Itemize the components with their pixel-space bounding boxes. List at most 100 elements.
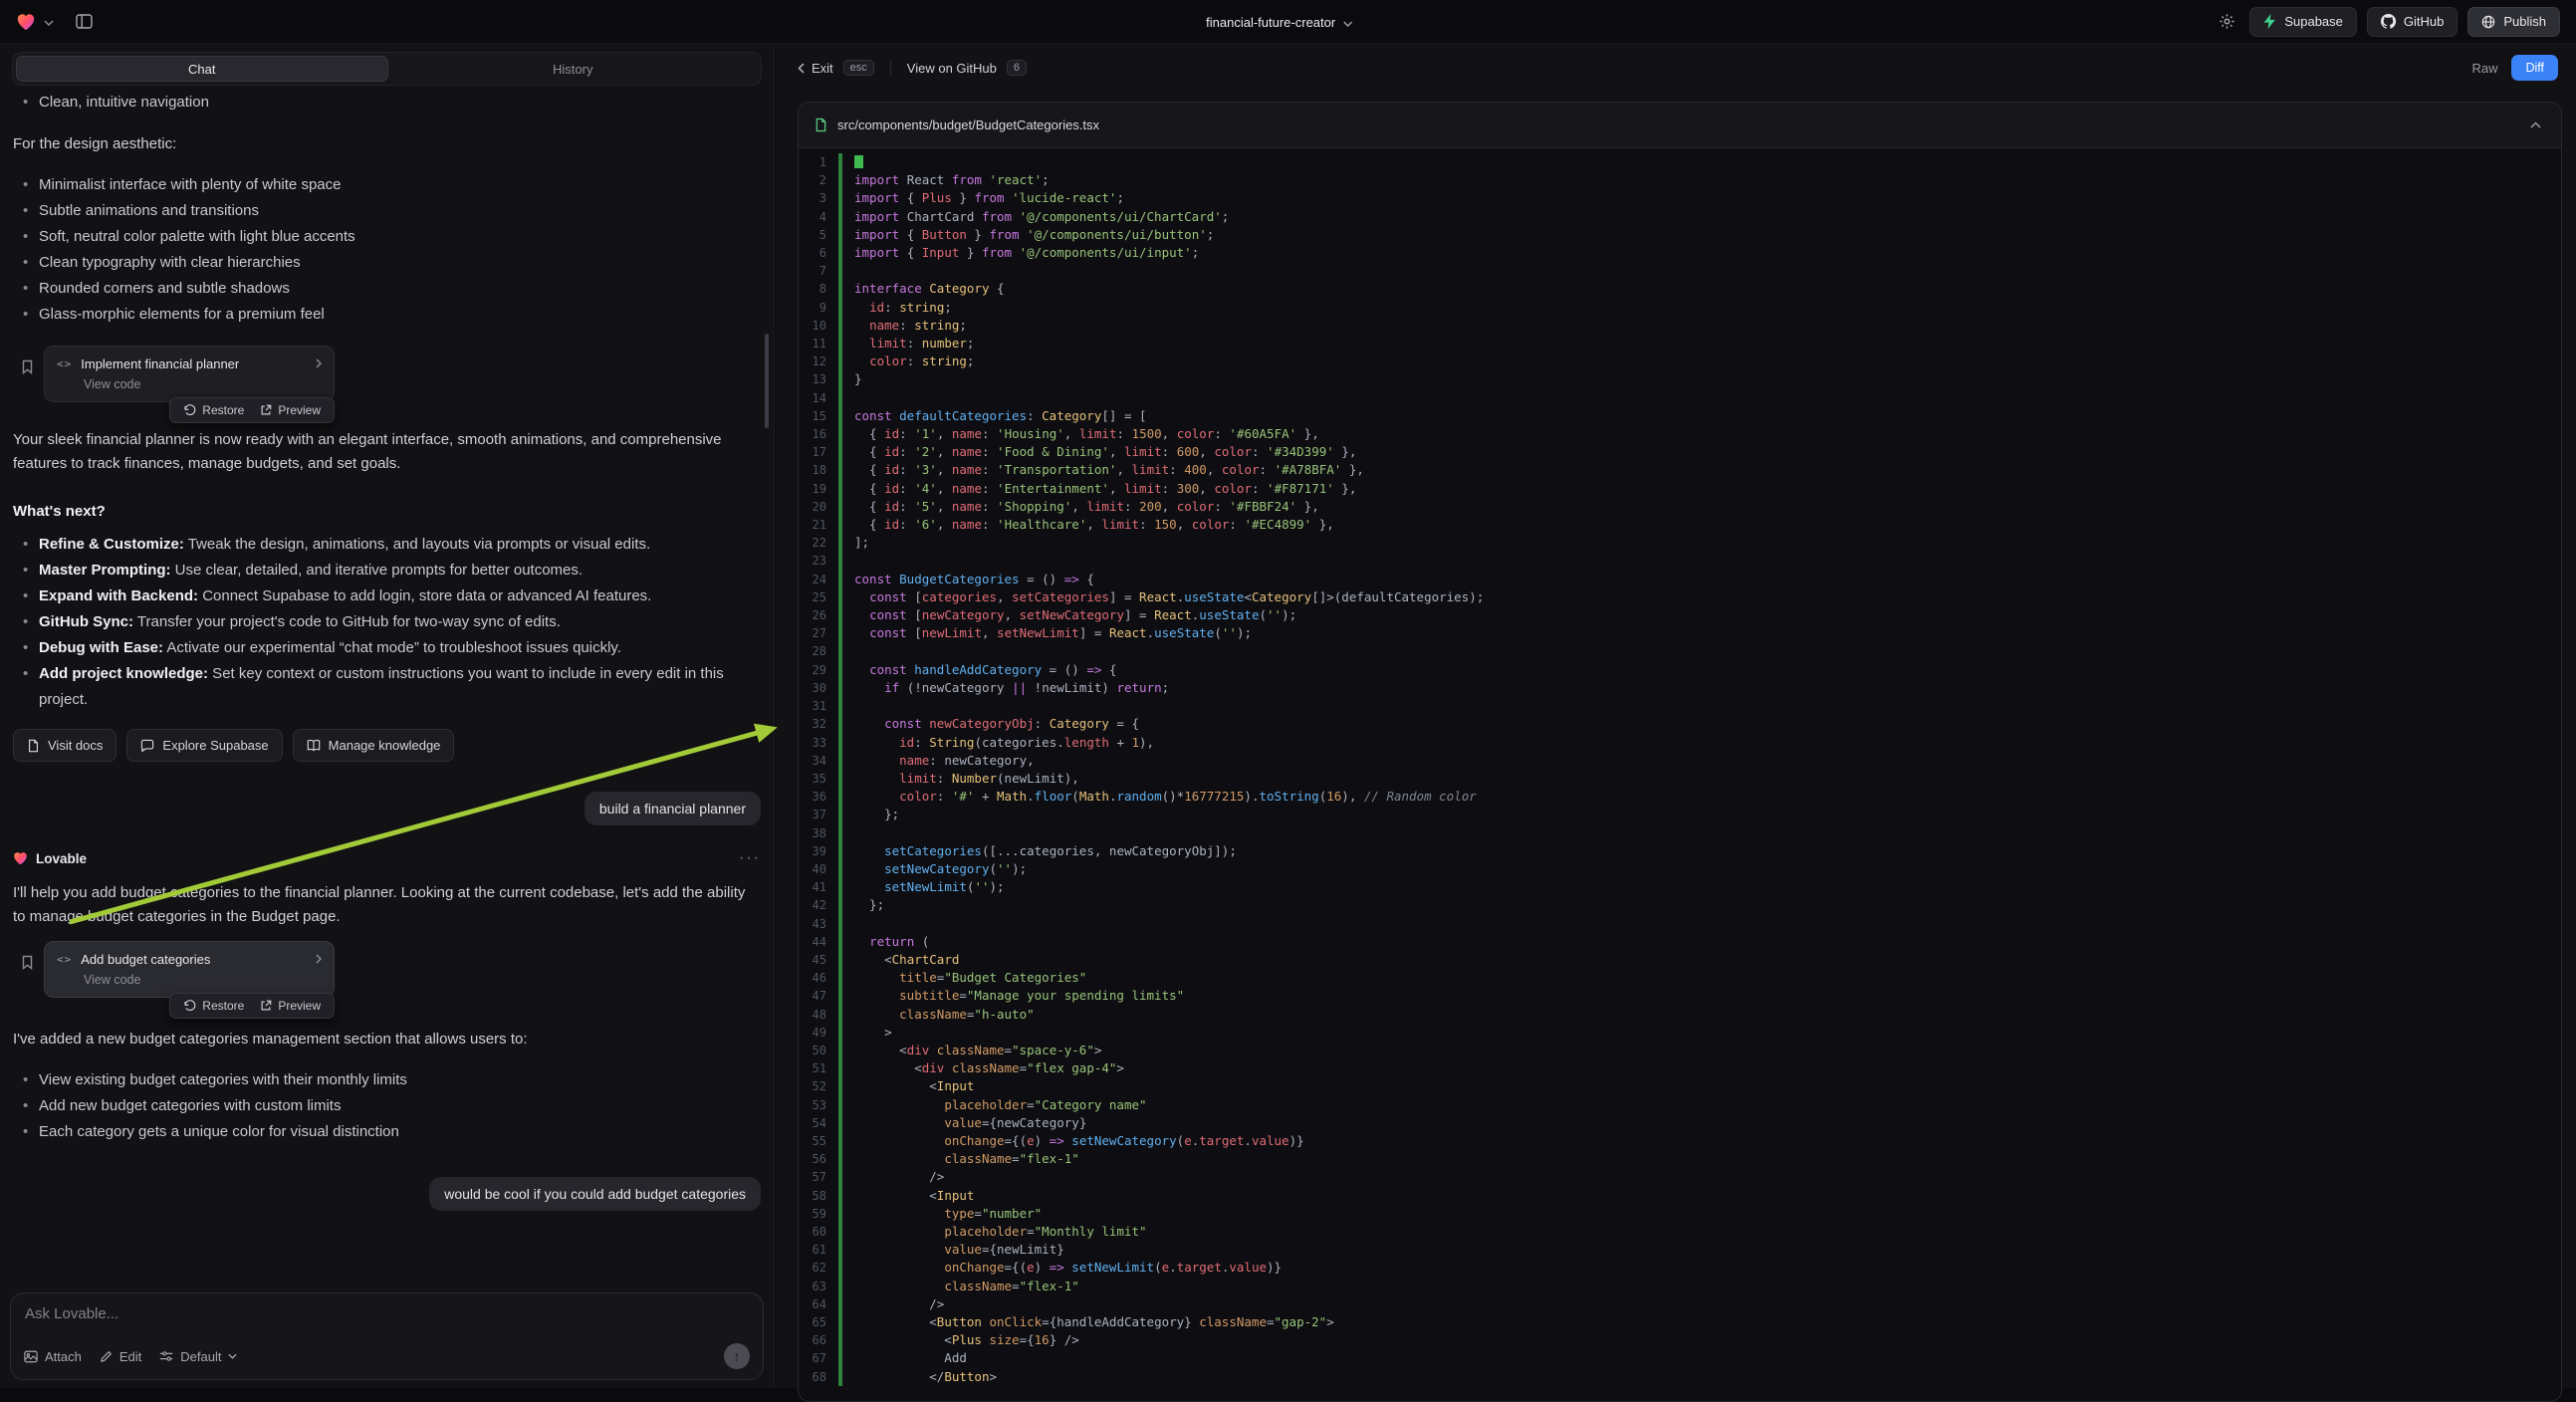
code-line: 64 />	[799, 1295, 2561, 1313]
supabase-button[interactable]: Supabase	[2249, 7, 2357, 37]
code-line: 60 placeholder="Monthly limit"	[799, 1223, 2561, 1241]
tool-card-add-budget-categories[interactable]: <> Add budget categories View code Resto…	[44, 941, 335, 998]
list-item: Debug with Ease: Activate our experiment…	[13, 635, 761, 661]
line-number: 28	[799, 642, 838, 660]
line-number: 30	[799, 679, 838, 697]
line-number: 7	[799, 262, 838, 280]
line-number: 66	[799, 1331, 838, 1349]
mode-selector[interactable]: Default	[159, 1349, 237, 1364]
code-line: 12 color: string;	[799, 352, 2561, 370]
diff-toggle-button[interactable]: Diff	[2511, 55, 2558, 81]
code-line: 35 limit: Number(newLimit),	[799, 770, 2561, 788]
line-number: 12	[799, 352, 838, 370]
bookmark-icon[interactable]	[21, 359, 34, 378]
project-switcher[interactable]: financial-future-creator	[1206, 0, 1352, 44]
quick-actions-row: Visit docs Explore Supabase Manage knowl…	[13, 729, 761, 762]
arrow-up-icon: ↑	[734, 1348, 741, 1364]
code-line: 3import { Plus } from 'lucide-react';	[799, 189, 2561, 207]
code-line: 31	[799, 697, 2561, 715]
code-line: 13}	[799, 370, 2561, 388]
publish-button[interactable]: Publish	[2467, 7, 2560, 37]
line-number: 5	[799, 226, 838, 244]
view-code-link[interactable]: View code	[84, 377, 322, 391]
code-editor[interactable]: 12import React from 'react';3import { Pl…	[799, 148, 2561, 1401]
attach-button[interactable]: Attach	[24, 1349, 82, 1364]
line-number: 35	[799, 770, 838, 788]
preview-button[interactable]: Preview	[253, 997, 328, 1015]
code-line: 47 subtitle="Manage your spending limits…	[799, 987, 2561, 1005]
bookmark-icon[interactable]	[21, 955, 34, 974]
code-line: 53 placeholder="Category name"	[799, 1096, 2561, 1114]
assistant-name: Lovable	[36, 851, 87, 866]
line-number: 53	[799, 1096, 838, 1114]
tool-card-title: Implement financial planner	[81, 356, 307, 371]
code-line: 39 setCategories([...categories, newCate…	[799, 842, 2561, 860]
chevron-right-icon	[316, 951, 322, 968]
chevron-up-icon	[2530, 121, 2541, 128]
edit-button[interactable]: Edit	[100, 1349, 141, 1364]
visit-docs-button[interactable]: Visit docs	[13, 729, 117, 762]
line-number: 3	[799, 189, 838, 207]
line-number: 44	[799, 933, 838, 951]
collapse-file-button[interactable]	[2526, 117, 2545, 132]
sliders-icon	[159, 1350, 173, 1362]
code-line: 10 name: string;	[799, 317, 2561, 335]
code-line: 23	[799, 552, 2561, 570]
line-number: 36	[799, 788, 838, 806]
preview-button[interactable]: Preview	[253, 401, 328, 419]
code-line: 5import { Button } from '@/components/ui…	[799, 226, 2561, 244]
user-message-row: build a financial planner	[13, 792, 761, 825]
code-line: 55 onChange={(e) => setNewCategory(e.tar…	[799, 1132, 2561, 1150]
file-header[interactable]: src/components/budget/BudgetCategories.t…	[799, 103, 2561, 148]
line-number: 16	[799, 425, 838, 443]
line-number: 51	[799, 1059, 838, 1077]
sidebar-toggle-button[interactable]	[72, 10, 97, 33]
code-line: 51 <div className="flex gap-4">	[799, 1059, 2561, 1077]
send-button[interactable]: ↑	[724, 1343, 750, 1369]
tab-chat[interactable]: Chat	[16, 56, 388, 82]
line-number: 50	[799, 1042, 838, 1059]
line-number: 41	[799, 878, 838, 896]
settings-button[interactable]	[2215, 9, 2239, 34]
code-line: 30 if (!newCategory || !newLimit) return…	[799, 679, 2561, 697]
line-number: 17	[799, 443, 838, 461]
exit-button[interactable]: Exit	[798, 61, 833, 76]
line-number: 31	[799, 697, 838, 715]
restore-button[interactable]: Restore	[176, 401, 251, 419]
github-icon	[2381, 14, 2396, 29]
workspace-chevron-icon[interactable]	[44, 13, 54, 31]
chat-input[interactable]	[25, 1305, 749, 1322]
code-line: 58 <Input	[799, 1187, 2561, 1205]
line-number: 11	[799, 335, 838, 352]
chat-scrollbar[interactable]	[765, 334, 769, 428]
file-icon	[815, 117, 827, 132]
raw-toggle-button[interactable]: Raw	[2471, 61, 2497, 76]
code-line: 34 name: newCategory,	[799, 752, 2561, 770]
code-line: 11 limit: number;	[799, 335, 2561, 352]
view-on-github-link[interactable]: View on GitHub	[907, 61, 997, 76]
code-line: 9 id: string;	[799, 299, 2561, 317]
lovable-logo[interactable]	[16, 13, 36, 31]
view-code-link[interactable]: View code	[84, 973, 322, 987]
code-line: 24const BudgetCategories = () => {	[799, 571, 2561, 588]
restore-preview-toolbar: Restore Preview	[169, 993, 335, 1019]
restore-button[interactable]: Restore	[176, 997, 251, 1015]
message-menu-button[interactable]: ···	[739, 849, 761, 867]
chat-message-list[interactable]: Clean, intuitive navigation For the desi…	[0, 88, 774, 1286]
explore-supabase-button[interactable]: Explore Supabase	[126, 729, 282, 762]
code-line: 62 onChange={(e) => setNewLimit(e.target…	[799, 1259, 2561, 1277]
tool-card-implement-financial-planner[interactable]: <> Implement financial planner View code…	[44, 346, 335, 402]
pencil-icon	[100, 1350, 113, 1363]
summary-intro-paragraph: I've added a new budget categories manag…	[13, 1028, 758, 1052]
globe-icon	[2481, 15, 2495, 29]
code-line: 1	[799, 153, 2561, 171]
github-button[interactable]: GitHub	[2367, 7, 2458, 37]
line-number: 24	[799, 571, 838, 588]
chevron-right-icon	[316, 355, 322, 372]
manage-knowledge-button[interactable]: Manage knowledge	[293, 729, 455, 762]
line-number: 34	[799, 752, 838, 770]
line-number: 48	[799, 1006, 838, 1024]
code-line: 52 <Input	[799, 1077, 2561, 1095]
code-line: 17 { id: '2', name: 'Food & Dining', lim…	[799, 443, 2561, 461]
tab-history[interactable]: History	[388, 56, 759, 82]
